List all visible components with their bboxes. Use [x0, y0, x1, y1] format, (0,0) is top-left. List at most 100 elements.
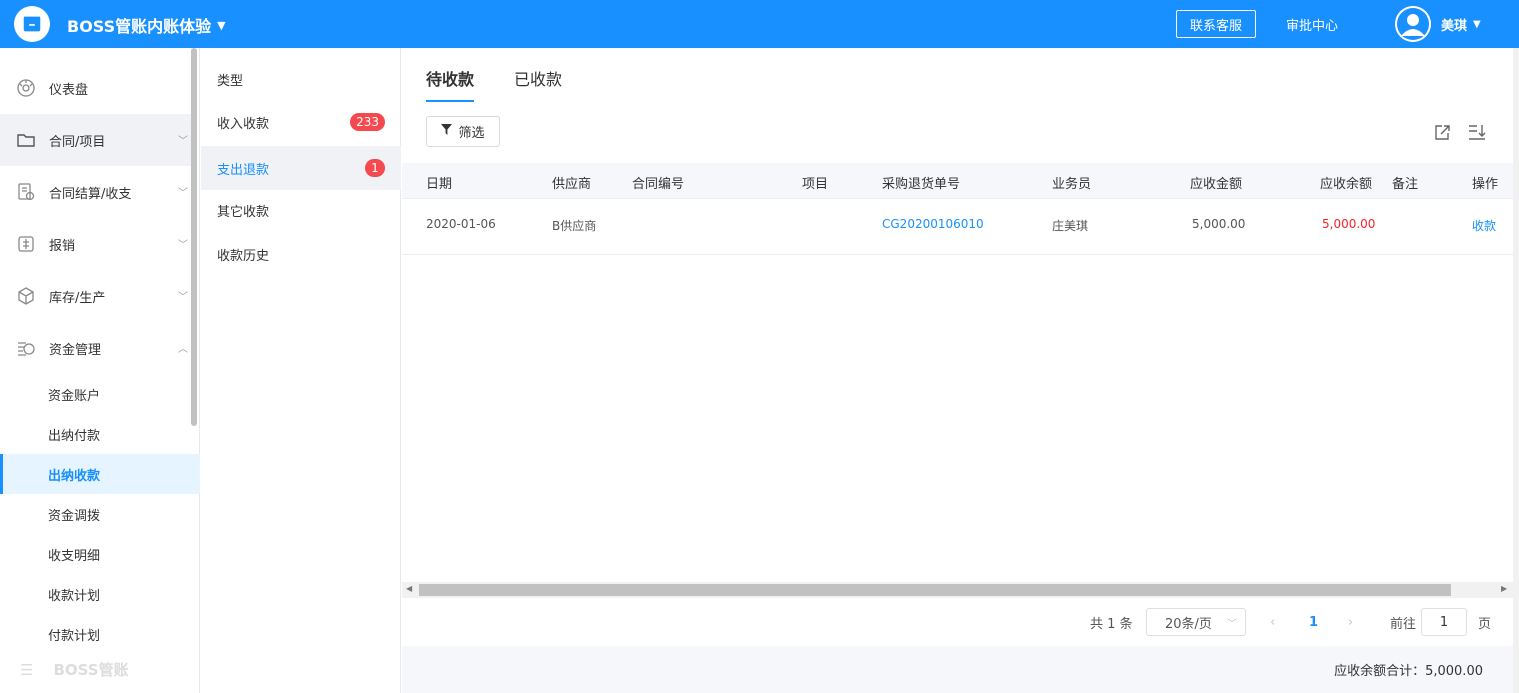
summary-bar: 应收余额合计：5,000.00 [402, 646, 1513, 693]
main-content: 待收款 已收款 筛选 日期 供应商 合同编号 项目 采购退货单号 业务员 应收金… [402, 48, 1519, 693]
sidebar-item-reimburse[interactable]: 报销 ﹀ [0, 218, 192, 270]
export-icon[interactable] [1433, 122, 1453, 142]
sidebar-subitem-fund-transfer[interactable]: 资金调拨 [0, 494, 200, 534]
chevron-down-icon: ▼ [1473, 19, 1481, 30]
filter-button[interactable]: 筛选 [426, 116, 500, 147]
sidebar-item-label: 库存/生产 [49, 290, 106, 306]
type-panel-header: 类型 [217, 74, 244, 89]
column-header[interactable]: 业务员 [1052, 173, 1091, 192]
sidebar-subitem-detail[interactable]: 收支明细 [0, 534, 200, 574]
page-number-current[interactable]: 1 [1309, 608, 1318, 636]
column-header[interactable]: 采购退货单号 [882, 173, 960, 192]
sidebar-item-label: 仪表盘 [49, 82, 89, 98]
sidebar-scrollbar[interactable] [191, 48, 197, 426]
cell-amount: 5,000.00 [1192, 217, 1246, 231]
contact-service-button[interactable]: 联系客服 [1176, 10, 1256, 38]
dashboard-icon [16, 78, 36, 98]
horizontal-scrollbar[interactable]: ◀ ▶ [402, 582, 1513, 598]
cell-salesperson: 庄美琪 [1052, 219, 1089, 233]
scroll-right-icon[interactable]: ▶ [1501, 584, 1507, 593]
page-size-value: 20条/页 [1165, 616, 1212, 632]
sidebar-item-label: 资金管理 [49, 342, 102, 358]
column-header[interactable]: 操作 [1472, 173, 1498, 192]
sidebar-item-label: 报销 [49, 238, 76, 254]
top-header: BOSS管账内账体验 ▼ 联系客服 审批中心 美琪 ▼ [0, 0, 1519, 48]
sidebar-footer: ☰ BOSS管账 [0, 646, 200, 693]
sidebar-subitem-receive-plan[interactable]: 收款计划 [0, 574, 200, 614]
chevron-down-icon: ﹀ [178, 292, 188, 303]
type-item-refund[interactable]: 支出退款 1 [201, 146, 401, 190]
type-item-label: 支出退款 [217, 162, 270, 178]
count-badge: 1 [365, 159, 385, 177]
goto-page-input[interactable]: 1 [1421, 608, 1467, 636]
column-header[interactable]: 备注 [1392, 173, 1418, 192]
cell-balance: 5,000.00 [1322, 217, 1376, 231]
box-icon [16, 286, 36, 306]
tab-pending[interactable]: 待收款 [426, 66, 475, 102]
table-header: 日期 供应商 合同编号 项目 采购退货单号 业务员 应收金额 应收余额 备注 操… [402, 163, 1513, 199]
goto-label: 前往 [1390, 616, 1417, 632]
approval-center-link[interactable]: 审批中心 [1286, 15, 1338, 34]
chevron-up-icon: ︿ [178, 344, 188, 355]
type-panel: 类型 收入收款 233 支出退款 1 其它收款 收款历史 [201, 48, 401, 693]
chevron-down-icon: ﹀ [178, 188, 188, 199]
next-page-icon[interactable]: › [1348, 608, 1353, 636]
app-title-text: BOSS管账内账体验 [67, 17, 212, 36]
sidebar-item-contract[interactable]: 合同/项目 ﹀ [0, 114, 192, 166]
column-header[interactable]: 项目 [802, 173, 828, 192]
column-header[interactable]: 应收余额 [1320, 173, 1372, 192]
app-title[interactable]: BOSS管账内账体验 ▼ [67, 13, 226, 37]
chevron-down-icon: ▼ [217, 18, 226, 32]
scrollbar-thumb[interactable] [419, 584, 1451, 596]
avatar[interactable] [1395, 6, 1431, 42]
chevron-down-icon: ﹀ [1227, 619, 1237, 630]
balance-total: 应收余额合计：5,000.00 [1334, 664, 1483, 679]
scroll-left-icon[interactable]: ◀ [406, 584, 412, 593]
count-badge: 233 [350, 113, 385, 131]
table-row[interactable]: 2020-01-06 B供应商 CG20200106010 庄美琪 5,000.… [402, 199, 1513, 255]
tab-received[interactable]: 已收款 [514, 66, 562, 102]
vertical-scrollbar[interactable] [1513, 48, 1519, 693]
page-size-select[interactable]: 20条/页 ﹀ [1146, 608, 1246, 636]
cell-date: 2020-01-06 [426, 217, 496, 231]
filter-label: 筛选 [458, 126, 485, 141]
user-menu[interactable]: 美琪 ▼ [1441, 15, 1481, 34]
filter-icon [441, 124, 453, 139]
folder-icon [16, 130, 36, 150]
chevron-down-icon: ﹀ [178, 240, 188, 251]
sidebar-item-settlement[interactable]: 合同结算/收支 ﹀ [0, 166, 192, 218]
prev-page-icon[interactable]: ‹ [1270, 608, 1275, 636]
type-item-label: 收款历史 [217, 248, 270, 264]
reimburse-icon [16, 234, 36, 254]
sidebar-subitem-cashier-pay[interactable]: 出纳付款 [0, 414, 200, 454]
column-header[interactable]: 应收金额 [1190, 173, 1242, 192]
type-item-income[interactable]: 收入收款 233 [201, 100, 401, 144]
menu-collapse-icon[interactable]: ☰ [20, 661, 33, 679]
column-header[interactable]: 供应商 [552, 173, 591, 192]
sidebar-item-inventory[interactable]: 库存/生产 ﹀ [0, 270, 192, 322]
sort-icon[interactable] [1467, 122, 1487, 142]
sidebar-item-label: 合同结算/收支 [49, 186, 132, 202]
sidebar-subitem-fund-account[interactable]: 资金账户 [0, 374, 200, 414]
tabs: 待收款 已收款 [426, 66, 562, 102]
chevron-down-icon: ﹀ [178, 136, 188, 147]
column-header[interactable]: 合同编号 [632, 173, 684, 192]
settlement-icon [16, 182, 36, 202]
sidebar-item-fund[interactable]: 资金管理 ︿ [0, 322, 192, 374]
cell-supplier: B供应商 [552, 219, 597, 233]
receive-action-link[interactable]: 收款 [1472, 217, 1496, 234]
type-item-label: 其它收款 [217, 204, 270, 220]
pagination-total: 共 1 条 [1090, 616, 1133, 632]
type-item-label: 收入收款 [217, 116, 270, 132]
sidebar: 仪表盘 合同/项目 ﹀ 合同结算/收支 ﹀ 报销 ﹀ 库存/生产 ﹀ 资金管理 … [0, 48, 200, 693]
type-item-history[interactable]: 收款历史 [201, 232, 401, 276]
user-name: 美琪 [1441, 19, 1468, 34]
app-logo-icon[interactable] [14, 6, 50, 42]
column-header[interactable]: 日期 [426, 173, 452, 192]
type-item-other[interactable]: 其它收款 [201, 188, 401, 232]
fund-icon [16, 338, 36, 358]
sidebar-subitem-cashier-receive[interactable]: 出纳收款 [0, 454, 200, 494]
sidebar-footer-label: BOSS管账 [53, 661, 129, 679]
cell-return-no-link[interactable]: CG20200106010 [882, 217, 984, 231]
sidebar-item-dashboard[interactable]: 仪表盘 [0, 62, 192, 114]
